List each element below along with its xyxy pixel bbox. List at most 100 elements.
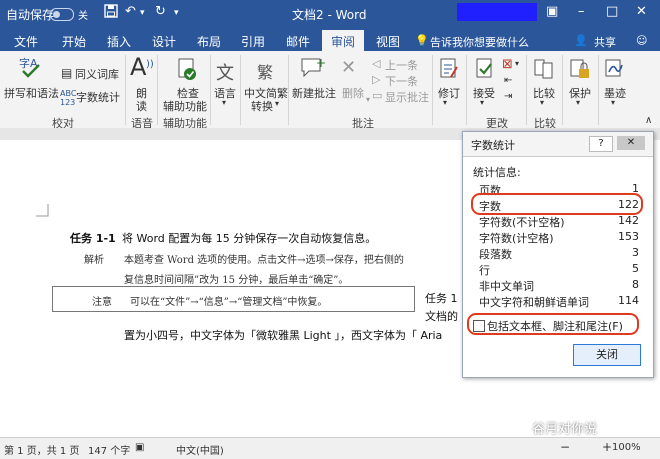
track-dropdown-icon[interactable]: ▾ [443, 98, 447, 107]
protect-icon [570, 59, 589, 78]
close-button[interactable]: 关闭 [573, 344, 641, 366]
minimize-icon[interactable]: – [578, 4, 585, 19]
group-divider [466, 55, 467, 125]
svg-text:+: + [316, 57, 326, 70]
margin-corner-mark [36, 204, 49, 217]
stat-label: 中文字符和朝鲜语单词 [479, 296, 589, 309]
stat-row-paragraphs: 段落数 3 [479, 246, 639, 262]
language-icon: 文 [216, 63, 234, 84]
new-comment-button[interactable]: 新建批注 [292, 85, 336, 101]
window-title: 文档2 - Word [292, 8, 367, 22]
ink-dropdown-icon[interactable]: ▾ [611, 98, 615, 107]
analysis-text: 本题考查 Word 选项的使用。点击文件→选项→保存，把右侧的 [124, 255, 404, 266]
stat-label: 行 [479, 264, 490, 277]
conversion-dropdown-icon[interactable]: ▾ [275, 99, 279, 108]
task-label: 任务 1-1 [70, 232, 116, 245]
highlight-checkbox [467, 313, 639, 335]
collapse-ribbon-icon[interactable]: ∧ [645, 115, 652, 126]
compare-dropdown-icon[interactable]: ▾ [540, 98, 544, 107]
chinese-conversion-icon: 繁 [257, 63, 274, 82]
zoom-in-icon[interactable]: + [602, 440, 612, 454]
accept-icon [476, 58, 492, 78]
group-divider [432, 55, 433, 125]
ribbon: 字A 拼写和语法 ▤ 同义词库 ABC 123 字数统计 校对 A )) 朗读 语… [0, 51, 660, 130]
language-status[interactable]: 中文(中国) [176, 442, 224, 457]
word-count-icon: ABC 123 [60, 89, 77, 107]
autosave-toggle[interactable] [50, 8, 74, 21]
note-label: 注意 [92, 297, 112, 308]
accept-dropdown-icon[interactable]: ▾ [480, 98, 484, 107]
close-icon[interactable]: ✕ [636, 4, 647, 19]
compare-icon [534, 59, 553, 79]
previous-change-icon[interactable]: ⇤ [504, 75, 512, 86]
autosave-state: 关 [78, 11, 88, 22]
page-count[interactable]: 第 1 页，共 1 页 [4, 442, 79, 457]
zoom-level[interactable]: 100% [612, 442, 641, 453]
lightbulb-icon: 💡 [415, 34, 429, 47]
tab-references[interactable]: 引用 [241, 33, 265, 50]
share-icon[interactable]: 👤 [574, 34, 588, 47]
tab-insert[interactable]: 插入 [107, 33, 131, 50]
check-accessibility-button-line2: 辅助功能 [163, 100, 207, 113]
stat-label: 非中文单词 [479, 280, 534, 293]
ribbon-options-icon[interactable]: ▣ [546, 4, 558, 19]
track-changes-button[interactable]: 修订 [438, 85, 460, 101]
maximize-icon[interactable]: □ [606, 4, 618, 19]
next-comment-button[interactable]: 下一条 [385, 73, 418, 89]
next-change-icon[interactable]: ⇥ [504, 91, 512, 102]
word-count-dialog: 字数统计 ? ✕ 统计信息: 页数 1 字数 122 字符数(不计空格) 142 字符… [462, 131, 654, 378]
reject-icon[interactable]: ⊠ [502, 57, 513, 72]
group-divider [562, 55, 563, 125]
stat-value: 114 [618, 294, 639, 307]
group-divider [598, 55, 599, 125]
word-count-status[interactable]: 147 个字 [88, 442, 130, 457]
analysis-label: 解析 [84, 255, 104, 266]
thesaurus-button[interactable]: 同义词库 [75, 66, 119, 82]
undo-dropdown-icon[interactable]: ▾ [140, 8, 145, 18]
show-comments-button[interactable]: 显示批注 [385, 89, 429, 105]
redacted-account [457, 3, 537, 21]
language-dropdown-icon[interactable]: ▾ [222, 98, 226, 107]
help-button[interactable]: ? [589, 136, 613, 152]
stat-value: 153 [618, 230, 639, 243]
word-count-button[interactable]: 字数统计 [76, 89, 120, 105]
tab-view[interactable]: 视图 [376, 33, 400, 50]
task-right-fragment: 任务 1 [425, 292, 458, 305]
undo-icon[interactable]: ↶ [125, 4, 136, 19]
feedback-icon[interactable]: ☺ [636, 34, 647, 47]
redo-icon[interactable]: ↻ [155, 4, 166, 19]
tab-file[interactable]: 文件 [14, 33, 38, 50]
tell-me-box[interactable]: 告诉我你想要做什么 [430, 34, 529, 50]
previous-comment-button[interactable]: 上一条 [385, 57, 418, 73]
delete-comment-button[interactable]: 删除 [342, 85, 364, 101]
dialog-title: 字数统计 [471, 139, 515, 152]
spelling-icon: 字A [19, 56, 40, 78]
protect-dropdown-icon[interactable]: ▾ [576, 98, 580, 107]
delete-dropdown-icon[interactable]: ▾ [366, 95, 370, 104]
tab-mailings[interactable]: 邮件 [286, 33, 310, 50]
font-instruction-text: 置为小四号，中文字体为「微软雅黑 Light 」，西文字体为「 Aria [124, 329, 443, 342]
read-aloud-button[interactable]: 朗读 [136, 87, 148, 113]
tab-home[interactable]: 开始 [62, 33, 86, 50]
new-comment-icon: + [301, 57, 326, 78]
title-bar: 自动保存 关 ↶ ▾ ↻ ▾ 文档2 - Word ▣ – □ ✕ [0, 0, 660, 28]
check-accessibility-icon [178, 58, 196, 80]
tab-design[interactable]: 设计 [152, 33, 176, 50]
task-right-fragment-2: 文档的 [425, 310, 458, 323]
save-icon[interactable] [104, 4, 118, 22]
group-divider [288, 55, 289, 125]
tab-review[interactable]: 审阅 [322, 30, 365, 51]
spelling-grammar-button[interactable]: 拼写和语法 [4, 85, 59, 101]
share-button[interactable]: 共享 [594, 34, 616, 50]
stat-label: 段落数 [479, 248, 512, 261]
customize-qat-icon[interactable]: ▾ [174, 8, 179, 18]
dialog-close-icon[interactable]: ✕ [617, 136, 645, 150]
proofing-status-icon[interactable]: ▣ [135, 442, 144, 453]
stat-row-cjk: 中文字符和朝鲜语单词 114 [479, 294, 639, 310]
zoom-out-icon[interactable]: − [560, 440, 570, 454]
reject-dropdown-icon[interactable]: ▾ [515, 59, 519, 68]
stat-value: 8 [632, 278, 639, 291]
tab-layout[interactable]: 布局 [197, 33, 221, 50]
delete-comment-icon: ✕ [341, 57, 357, 78]
group-divider [125, 55, 126, 125]
